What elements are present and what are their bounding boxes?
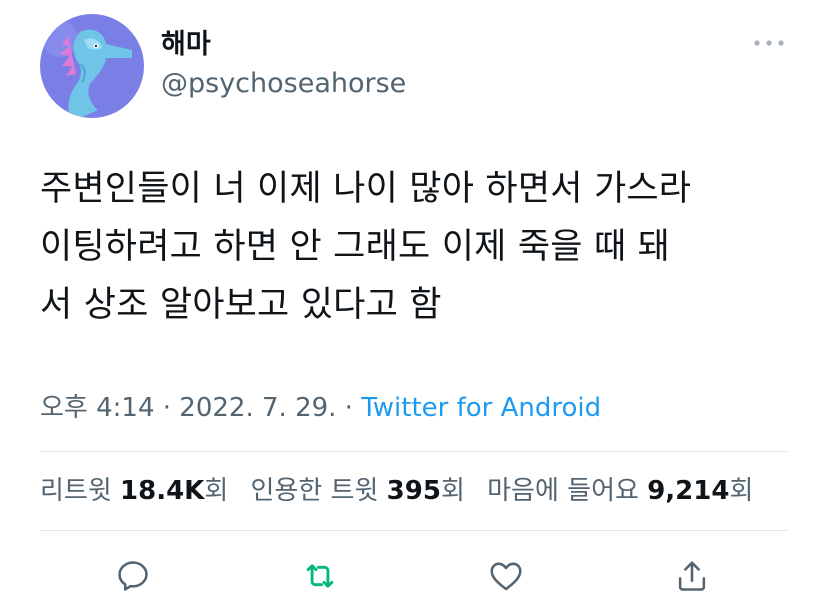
retweet-button[interactable] [298,554,342,598]
retweets-count: 18.4K [120,476,205,506]
retweets-label: 리트윗 [40,476,121,506]
action-bar [0,548,828,608]
avatar[interactable] [40,14,144,118]
tweet-time[interactable]: 오후 4:14 [40,393,155,423]
share-icon [678,561,706,591]
tweet-stats: 리트윗 18.4K회 인용한 트윗 395회 마음에 들어요 9,214회 [40,474,767,508]
quotes-count: 395 [386,476,441,506]
quotes-stat[interactable]: 인용한 트윗 395회 [251,476,465,506]
divider [40,530,788,531]
likes-suffix: 회 [729,476,754,506]
user-handle[interactable]: @psychoseahorse [161,67,406,101]
tweet-date[interactable]: 2022. 7. 29. [179,393,336,423]
retweets-suffix: 회 [204,476,229,506]
meta-separator: · [336,393,362,423]
likes-label: 마음에 들어요 [487,476,648,506]
quotes-suffix: 회 [440,476,465,506]
like-button[interactable] [484,554,528,598]
seahorse-avatar-icon [40,14,144,118]
display-name[interactable]: 해마 [161,28,211,62]
reply-icon [118,561,148,591]
likes-count: 9,214 [647,476,730,506]
share-button[interactable] [670,554,714,598]
likes-stat[interactable]: 마음에 들어요 9,214회 [487,476,753,506]
tweet-meta: 오후 4:14 · 2022. 7. 29. · Twitter for And… [40,391,601,425]
quotes-label: 인용한 트윗 [250,476,387,506]
retweet-icon [306,564,334,588]
tweet-text-line: 서 상조 알아보고 있다고 함 [40,285,442,325]
tweet-text: 주변인들이 너 이제 나이 많아 하면서 가스라 이팅하려고 하면 안 그래도 … [40,160,800,334]
reply-button[interactable] [111,554,155,598]
divider [40,451,788,452]
tweet-text-line: 주변인들이 너 이제 나이 많아 하면서 가스라 [40,169,692,209]
heart-icon [490,562,522,591]
tweet-source-link[interactable]: Twitter for Android [361,393,601,423]
meta-separator: · [154,393,180,423]
tweet-text-line: 이팅하려고 하면 안 그래도 이제 죽을 때 돼 [40,227,671,267]
more-options-icon[interactable] [752,33,786,53]
retweets-stat[interactable]: 리트윗 18.4K회 [40,476,228,506]
